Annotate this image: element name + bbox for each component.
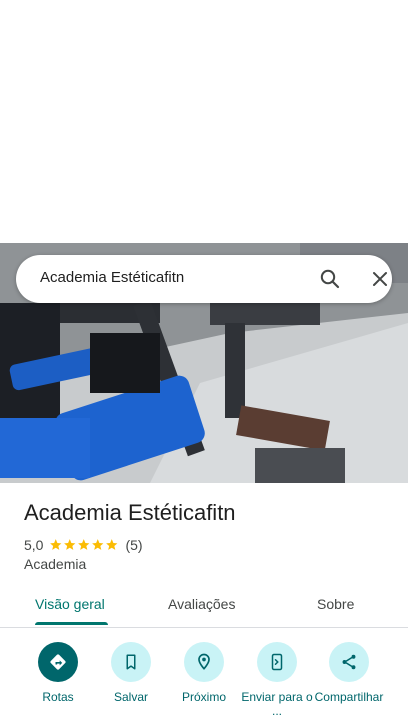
share-icon — [329, 642, 369, 682]
share-label: Compartilhar — [314, 690, 384, 704]
share-button[interactable]: Compartilhar — [312, 642, 386, 704]
star-icon — [106, 539, 118, 551]
save-button[interactable]: Salvar — [94, 642, 168, 704]
send-to-phone-label: Enviar para o ... — [241, 690, 313, 718]
rating-stars — [49, 538, 119, 552]
star-icon — [92, 539, 104, 551]
action-bar: Rotas Salvar Próximo Enviar para o ... C… — [0, 642, 408, 726]
nearby-label: Próximo — [181, 690, 226, 704]
search-bar[interactable]: Academia Estéticafitn — [16, 255, 392, 303]
directions-button[interactable]: Rotas — [21, 642, 95, 704]
bookmark-icon — [111, 642, 151, 682]
search-icon[interactable] — [318, 267, 342, 291]
review-count: (5) — [125, 537, 143, 553]
nearby-button[interactable]: Próximo — [167, 642, 241, 704]
close-icon[interactable] — [368, 267, 392, 291]
tab-overview[interactable]: Visão geral — [35, 596, 105, 612]
search-input[interactable]: Academia Estéticafitn — [40, 269, 184, 286]
tab-about[interactable]: Sobre — [317, 596, 354, 612]
directions-label: Rotas — [42, 690, 74, 704]
directions-icon — [38, 642, 78, 682]
save-label: Salvar — [113, 690, 148, 704]
star-icon — [78, 539, 90, 551]
rating-value: 5,0 — [24, 537, 44, 553]
rating-row[interactable]: 5,0 (5) — [24, 536, 143, 554]
nearby-icon — [184, 642, 224, 682]
send-to-phone-icon — [257, 642, 297, 682]
place-title: Academia Estéticafitn — [24, 500, 236, 525]
star-icon — [64, 539, 76, 551]
map-area[interactable] — [0, 0, 408, 243]
tab-reviews[interactable]: Avaliações — [168, 596, 235, 612]
active-tab-indicator — [35, 622, 108, 625]
place-category: Academia — [24, 556, 87, 572]
star-icon — [50, 539, 62, 551]
send-to-phone-button[interactable]: Enviar para o ... — [240, 642, 314, 718]
